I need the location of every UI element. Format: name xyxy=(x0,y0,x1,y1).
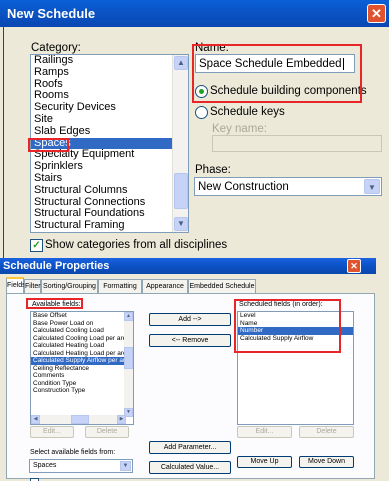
category-list-item[interactable]: Structural Rebar xyxy=(31,231,188,232)
scheduled-fields-highlight xyxy=(234,299,341,353)
calculated-value-button[interactable]: Calculated Value... xyxy=(149,461,231,474)
schedule-properties-title: Schedule Properties xyxy=(3,260,110,272)
tab-fields[interactable]: Fields xyxy=(6,277,26,293)
category-scrollbar[interactable]: ▲ ▼ xyxy=(172,55,188,232)
show-all-label: Show categories from all disciplines xyxy=(45,239,228,251)
new-schedule-close-button[interactable]: ✕ xyxy=(367,4,386,23)
scroll-left-icon[interactable]: ◀ xyxy=(31,415,40,424)
key-name-label: Key name: xyxy=(212,123,267,135)
available-field-item[interactable]: Construction Type xyxy=(31,387,133,395)
tab-embedded-schedule[interactable]: Embedded Schedule xyxy=(188,279,256,293)
available-field-item[interactable]: Calculated Heating Load xyxy=(31,342,133,350)
phase-value: New Construction xyxy=(198,181,289,193)
available-field-item[interactable]: Calculated Supply Airflow per area xyxy=(31,357,133,365)
scroll-thumb[interactable] xyxy=(174,173,188,209)
chevron-down-icon[interactable]: ▼ xyxy=(364,179,380,194)
schedule-properties-dialog: Schedule Properties ✕ Fields Filter Sort… xyxy=(0,258,389,481)
add-button[interactable]: Add --> xyxy=(149,313,231,326)
add-parameter-button[interactable]: Add Parameter... xyxy=(149,441,231,454)
category-list-item[interactable]: Stairs xyxy=(31,172,188,185)
available-field-item[interactable]: Comments xyxy=(31,372,133,380)
schedule-keys-radio[interactable] xyxy=(195,106,208,119)
key-name-input[interactable] xyxy=(212,135,382,152)
show-all-checkbox[interactable]: ✓ xyxy=(30,239,43,252)
available-field-items: Base Offset Base Power Load on Calculated … xyxy=(31,312,133,395)
available-field-item[interactable]: Calculated Heating Load per area xyxy=(31,350,133,358)
name-components-highlight xyxy=(192,44,362,103)
new-schedule-title: New Schedule xyxy=(7,6,96,21)
available-vscroll[interactable]: ▲ ▼ xyxy=(124,312,133,417)
scroll-right-icon[interactable]: ▶ xyxy=(117,415,126,424)
category-list-item[interactable]: Slab Edges xyxy=(31,125,188,138)
available-field-item[interactable]: Base Offset xyxy=(31,312,133,320)
tab-filter[interactable]: Filter xyxy=(24,279,41,293)
move-down-button[interactable]: Move Down xyxy=(299,456,354,468)
available-field-item[interactable]: Ceiling Reflectance xyxy=(31,365,133,373)
delete-button-right[interactable]: Delete xyxy=(299,426,354,438)
tab-formatting[interactable]: Formatting xyxy=(98,279,142,293)
chevron-down-icon[interactable]: ▼ xyxy=(120,461,131,471)
edit-button-left[interactable]: Edit... xyxy=(30,426,74,438)
new-schedule-titlebar[interactable]: New Schedule ✕ xyxy=(0,0,389,27)
schedule-properties-close-button[interactable]: ✕ xyxy=(347,259,361,273)
remove-button[interactable]: <-- Remove xyxy=(149,334,231,347)
new-schedule-dialog: New Schedule ✕ Category: Railings Ramps Ro… xyxy=(0,0,389,258)
scroll-down-icon[interactable]: ▼ xyxy=(174,217,188,231)
select-from-value: Spaces xyxy=(33,462,57,469)
available-field-item[interactable]: Base Power Load on xyxy=(31,320,133,328)
phase-select[interactable]: New Construction ▼ xyxy=(194,177,382,196)
hscroll-thumb[interactable] xyxy=(71,415,89,424)
available-hscroll[interactable]: ◀ ▶ xyxy=(31,415,126,424)
category-label: Category: xyxy=(31,42,81,54)
move-up-button[interactable]: Move Up xyxy=(237,456,292,468)
available-field-item[interactable]: Condition Type xyxy=(31,380,133,388)
category-list-item[interactable]: Structural Columns xyxy=(31,184,188,197)
tab-appearance[interactable]: Appearance xyxy=(142,279,188,293)
category-list-item[interactable]: Security Devices xyxy=(31,101,188,114)
tab-sorting-grouping[interactable]: Sorting/Grouping xyxy=(41,279,98,293)
scroll-up-icon[interactable]: ▲ xyxy=(174,56,188,70)
available-field-item[interactable]: Calculated Cooling Load xyxy=(31,327,133,335)
schedule-properties-titlebar[interactable]: Schedule Properties ✕ xyxy=(0,258,376,274)
available-fields-highlight xyxy=(26,298,83,309)
category-list-item[interactable]: Ramps xyxy=(31,66,188,79)
delete-button-left[interactable]: Delete xyxy=(85,426,129,438)
scroll-thumb[interactable] xyxy=(124,347,133,369)
spaces-highlight xyxy=(28,138,69,152)
available-field-item[interactable]: Calculated Cooling Load per area xyxy=(31,335,133,343)
category-list-item[interactable]: Site xyxy=(31,113,188,126)
schedule-keys-label: Schedule keys xyxy=(210,106,285,118)
select-from-label: Select available fields from: xyxy=(30,449,116,456)
available-fields-list[interactable]: Base Offset Base Power Load on Calculated … xyxy=(30,311,134,425)
phase-label: Phase: xyxy=(195,164,231,176)
scroll-up-icon[interactable]: ▲ xyxy=(124,312,133,321)
select-from-select[interactable]: Spaces ▼ xyxy=(29,459,133,473)
edit-button-right[interactable]: Edit... xyxy=(237,426,292,438)
